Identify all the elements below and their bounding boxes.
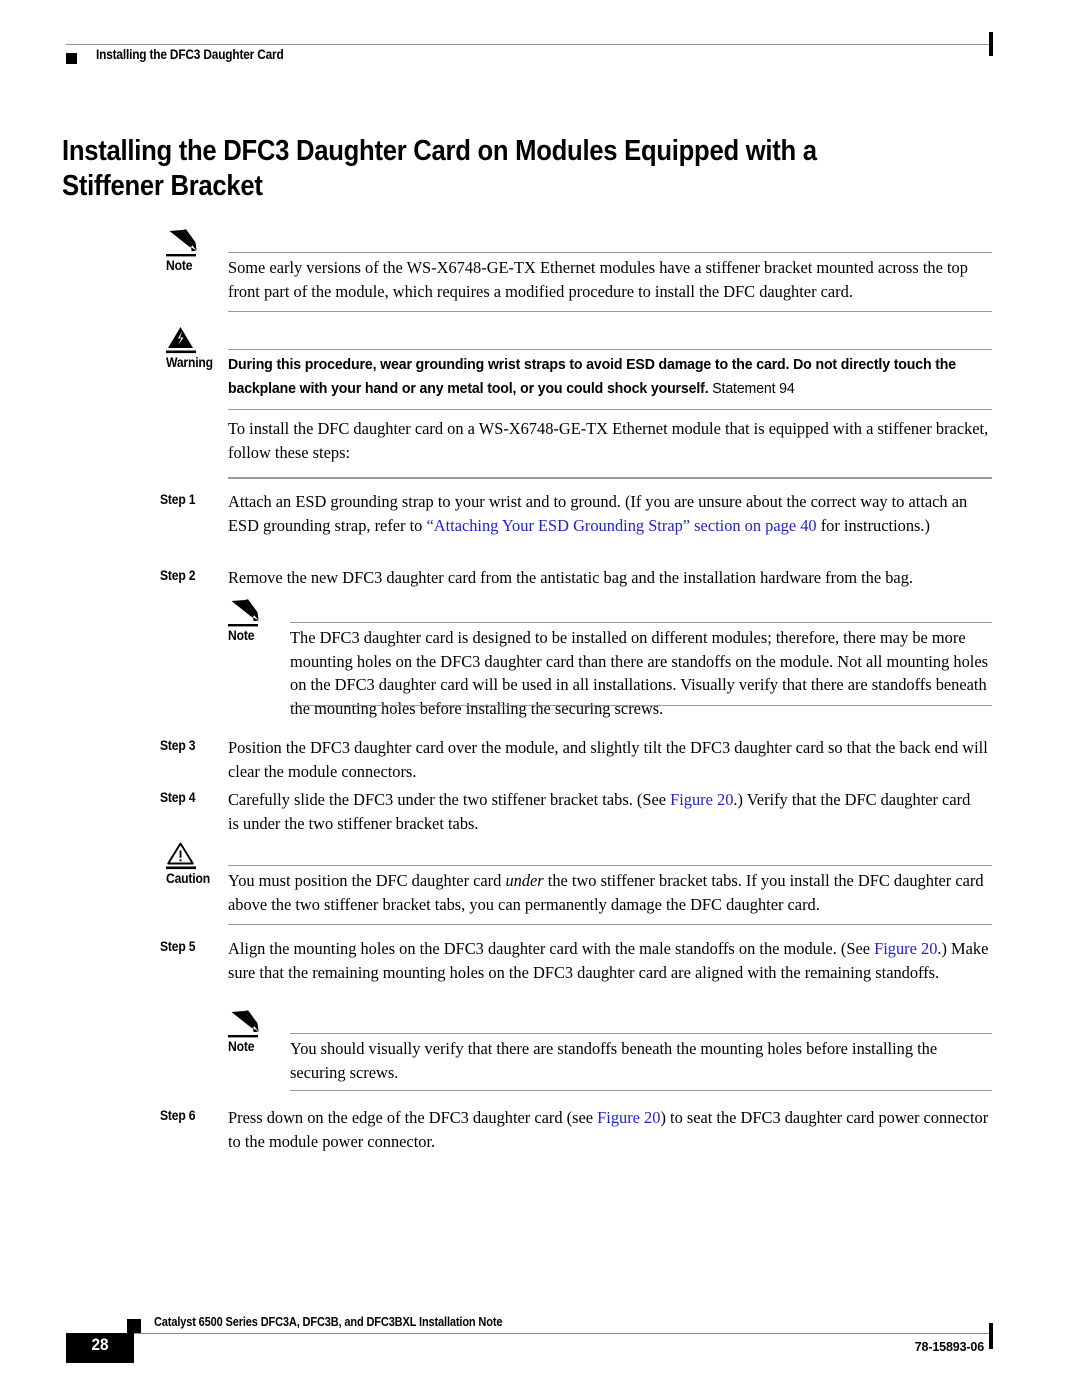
caution-label: Caution <box>166 871 210 886</box>
xref-figure-20-step6[interactable]: Figure 20 <box>597 1108 660 1127</box>
warning-label: Warning <box>166 355 213 370</box>
step-body-1: Attach an ESD grounding strap to your wr… <box>228 490 992 537</box>
footer-edge-tick <box>989 1323 993 1349</box>
footer-document-id: 78-15893-06 <box>914 1340 984 1354</box>
note-rule-top-2 <box>290 622 992 623</box>
xref-figure-20-step4[interactable]: Figure 20 <box>670 790 733 809</box>
pencil-note-icon <box>228 1009 274 1043</box>
warning-body: During this procedure, wear grounding wr… <box>228 353 991 401</box>
header-rule <box>66 44 992 45</box>
warning-body-text: During this procedure, wear grounding wr… <box>228 356 957 397</box>
footer-rule <box>66 1333 992 1334</box>
step-label-1: Step 1 <box>160 492 196 507</box>
note-rule-bottom-1 <box>228 311 992 312</box>
footer-document-title: Catalyst 6500 Series DFC3A, DFC3B, and D… <box>154 1315 503 1329</box>
xref-esd-grounding-strap[interactable]: “Attaching Your ESD Grounding Strap” sec… <box>426 516 816 535</box>
pencil-note-icon <box>228 598 274 632</box>
warning-rule-bottom <box>228 409 992 410</box>
caution-emphasis: under <box>505 871 544 890</box>
caution-rule-top <box>228 865 992 866</box>
step-4-text-a: Carefully slide the DFC3 under the two s… <box>228 790 671 809</box>
page-header: Installing the DFC3 Daughter Card <box>0 32 1080 74</box>
note-rule-top-3 <box>290 1033 992 1034</box>
step-label-2: Step 2 <box>160 568 196 583</box>
step-label-4: Step 4 <box>160 790 196 805</box>
step-label-5: Step 5 <box>160 939 196 954</box>
warning-statement: Statement 94 <box>712 380 795 397</box>
steps-rule <box>228 477 992 479</box>
page-number: 28 <box>91 1335 109 1354</box>
step-label-6: Step 6 <box>160 1108 196 1123</box>
note-rule-top-1 <box>228 252 992 253</box>
step-body-3: Position the DFC3 daughter card over the… <box>228 738 988 781</box>
caution-rule-bottom <box>228 924 992 925</box>
step-5-text-a: Align the mounting holes on the DFC3 dau… <box>228 939 875 958</box>
step-6-text-a: Press down on the edge of the DFC3 daugh… <box>228 1108 598 1127</box>
step-label-3: Step 3 <box>160 738 196 753</box>
note-rule-bottom-3 <box>290 1090 992 1091</box>
note-rule-bottom-2 <box>290 705 992 706</box>
page-title: Installing the DFC3 Daughter Card on Mod… <box>62 135 817 202</box>
pencil-note-icon <box>166 228 212 262</box>
note-label-3: Note <box>228 1039 255 1054</box>
caution-text-a: You must position the DFC daughter card <box>228 871 506 890</box>
xref-figure-20-step5[interactable]: Figure 20 <box>874 939 937 958</box>
footer-bullet-square-icon <box>127 1319 141 1333</box>
step-1-text-b: for instructions.) <box>816 515 930 535</box>
step-body-2: Remove the new DFC3 daughter card from t… <box>228 568 914 587</box>
note-label-2: Note <box>228 628 255 643</box>
note-body-1: Some early versions of the WS-X6748-GE-T… <box>228 258 968 301</box>
caution-body: You must position the DFC daughter card … <box>228 869 992 916</box>
step-body-5: Align the mounting holes on the DFC3 dau… <box>228 937 992 984</box>
note-body-3: You should visually verify that there ar… <box>290 1039 938 1082</box>
running-head: Installing the DFC3 Daughter Card <box>96 47 284 62</box>
step-body-6: Press down on the edge of the DFC3 daugh… <box>228 1106 992 1153</box>
header-bullet-square-icon <box>66 53 77 64</box>
step-body-4: Carefully slide the DFC3 under the two s… <box>228 788 973 835</box>
note-label-1: Note <box>166 258 193 273</box>
intro-paragraph: To install the DFC daughter card on a WS… <box>228 419 989 462</box>
warning-rule-top <box>228 349 992 350</box>
lightning-warning-icon <box>166 325 212 359</box>
page-footer: Catalyst 6500 Series DFC3A, DFC3B, and D… <box>0 1300 1080 1380</box>
exclamation-caution-icon <box>166 841 212 875</box>
header-edge-tick <box>989 32 993 56</box>
document-page: Installing the DFC3 Daughter Card Instal… <box>0 0 1080 1397</box>
